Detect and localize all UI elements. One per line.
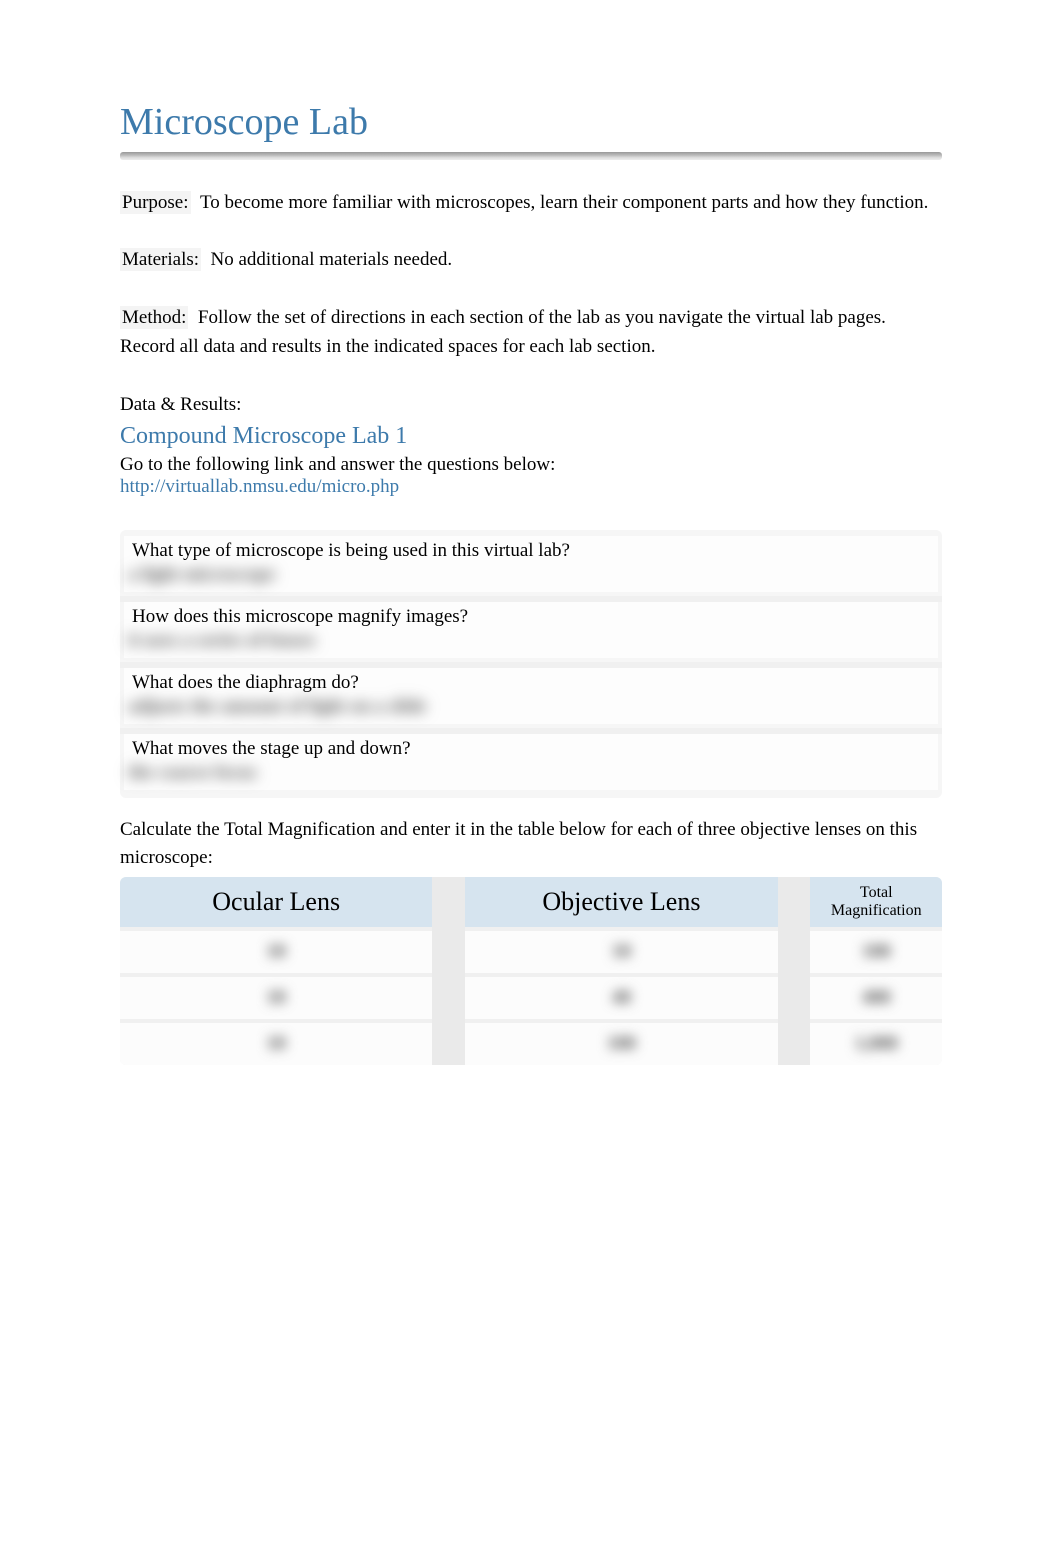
table-row: 10 40 400 bbox=[120, 973, 942, 1019]
header-total: Total Magnification bbox=[810, 877, 942, 927]
title-divider bbox=[120, 152, 942, 160]
answer-text: it uses a series of lenses bbox=[128, 630, 315, 652]
question-text: What does the diaphragm do? bbox=[124, 668, 938, 694]
method-label: Method: bbox=[120, 306, 188, 329]
qa-item: What type of microscope is being used in… bbox=[120, 536, 942, 592]
calculation-instruction: Calculate the Total Magnification and en… bbox=[120, 816, 942, 871]
answer-row: a light microscope bbox=[124, 562, 938, 592]
data-results-label: Data & Results: bbox=[120, 390, 942, 419]
table-header-row: Ocular Lens Objective Lens Total Magnifi… bbox=[120, 877, 942, 927]
table-row: 10 100 1,000 bbox=[120, 1019, 942, 1065]
header-objective: Objective Lens bbox=[465, 877, 777, 927]
answer-text: a light microscope bbox=[128, 564, 275, 586]
page-title: Microscope Lab bbox=[120, 100, 942, 144]
materials-label: Materials: bbox=[120, 248, 201, 271]
column-separator bbox=[778, 927, 811, 973]
cell-ocular: 10 bbox=[120, 1019, 432, 1065]
cell-objective: 100 bbox=[465, 1019, 777, 1065]
virtual-lab-link[interactable]: http://virtuallab.nmsu.edu/micro.php bbox=[120, 476, 399, 497]
column-separator bbox=[432, 973, 465, 1019]
header-ocular: Ocular Lens bbox=[120, 877, 432, 927]
column-separator bbox=[778, 973, 811, 1019]
question-text: What type of microscope is being used in… bbox=[124, 536, 938, 562]
answer-text: the coarse focus bbox=[128, 762, 257, 784]
purpose-paragraph: Purpose: To become more familiar with mi… bbox=[120, 188, 942, 217]
cell-objective: 40 bbox=[465, 973, 777, 1019]
answer-row: the coarse focus bbox=[124, 760, 938, 790]
method-paragraph: Method: Follow the set of directions in … bbox=[120, 303, 942, 362]
method-text: Follow the set of directions in each sec… bbox=[120, 307, 886, 357]
question-text: How does this microscope magnify images? bbox=[124, 602, 938, 628]
cell-objective: 10 bbox=[465, 927, 777, 973]
cell-ocular: 10 bbox=[120, 973, 432, 1019]
column-separator bbox=[778, 877, 811, 927]
column-separator bbox=[432, 877, 465, 927]
answer-text: adjusts the amount of light on a slide bbox=[128, 696, 426, 718]
table-row: 10 10 100 bbox=[120, 927, 942, 973]
cell-total: 100 bbox=[810, 927, 942, 973]
qa-panel: What type of microscope is being used in… bbox=[120, 530, 942, 798]
qa-item: What does the diaphragm do? adjusts the … bbox=[120, 668, 942, 724]
cell-total: 1,000 bbox=[810, 1019, 942, 1065]
answer-row: adjusts the amount of light on a slide bbox=[124, 694, 938, 724]
cell-total: 400 bbox=[810, 973, 942, 1019]
materials-text: No additional materials needed. bbox=[211, 249, 453, 270]
purpose-label: Purpose: bbox=[120, 191, 191, 214]
answer-row: it uses a series of lenses bbox=[124, 628, 938, 658]
qa-item: How does this microscope magnify images?… bbox=[120, 602, 942, 658]
materials-paragraph: Materials: No additional materials neede… bbox=[120, 245, 942, 274]
column-separator bbox=[432, 1019, 465, 1065]
cell-ocular: 10 bbox=[120, 927, 432, 973]
column-separator bbox=[432, 927, 465, 973]
column-separator bbox=[778, 1019, 811, 1065]
section-heading: Compound Microscope Lab 1 bbox=[120, 423, 942, 450]
purpose-text: To become more familiar with microscopes… bbox=[200, 192, 928, 213]
question-text: What moves the stage up and down? bbox=[124, 734, 938, 760]
magnification-table: Ocular Lens Objective Lens Total Magnifi… bbox=[120, 877, 942, 1065]
section-intro: Go to the following link and answer the … bbox=[120, 454, 942, 476]
qa-item: What moves the stage up and down? the co… bbox=[120, 734, 942, 790]
